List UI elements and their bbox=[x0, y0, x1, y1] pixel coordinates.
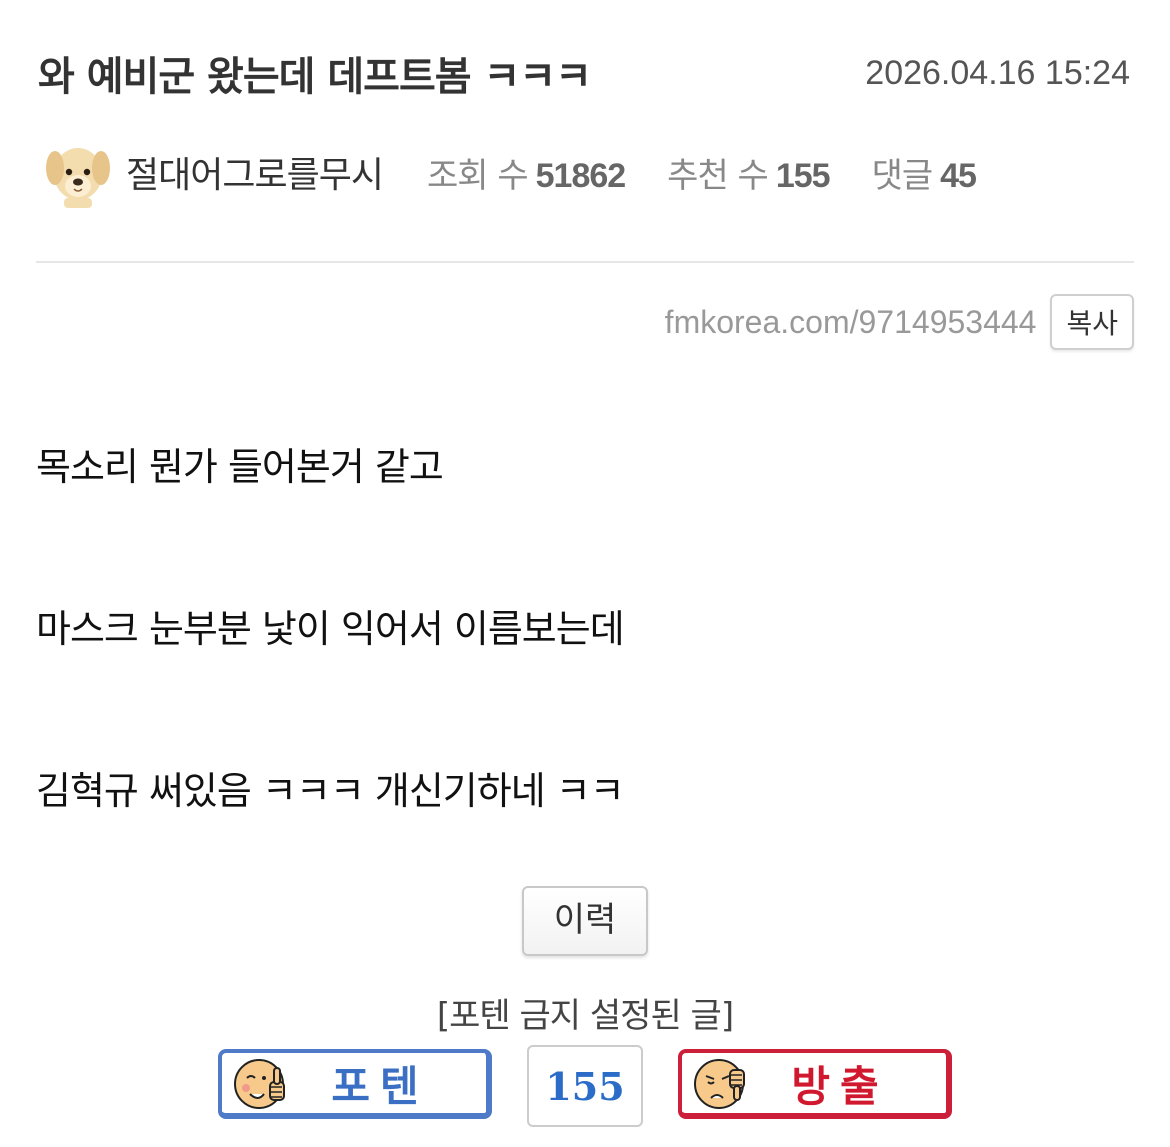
downvote-label: 방출 bbox=[791, 1061, 889, 1111]
post-body-line: 김혁규 써있음 ㅋㅋㅋ 개신기하네 ㅋㅋ bbox=[36, 769, 625, 813]
copy-url-button[interactable]: 복사 bbox=[1050, 294, 1134, 350]
recommend-count-label: 추천 수 bbox=[667, 155, 769, 196]
upvote-button[interactable]: 포텐 bbox=[218, 1049, 492, 1119]
thumbs-up-face-icon bbox=[234, 1059, 285, 1109]
recommend-count-value: 155 bbox=[775, 156, 831, 195]
recommend-count: 추천 수 155 bbox=[667, 148, 831, 197]
post-url-row: fmkorea.com/9714953444 복사 bbox=[665, 294, 1134, 350]
no-poten-notice: [포텐 금지 설정된 글] bbox=[436, 996, 734, 1036]
post-title: 와 예비군 왔는데 데프트봄 ㅋㅋㅋ bbox=[38, 54, 592, 100]
history-button[interactable]: 이력 bbox=[522, 886, 648, 956]
post-date: 2026.04.16 15:24 bbox=[865, 54, 1130, 92]
comment-count-label: 댓글 bbox=[871, 155, 934, 196]
view-count: 조회 수 51862 bbox=[426, 148, 627, 197]
post-body-line: 마스크 눈부분 낯이 익어서 이름보는데 bbox=[36, 607, 625, 651]
post-url[interactable]: fmkorea.com/9714953444 bbox=[665, 304, 1037, 341]
puppy-avatar-icon[interactable] bbox=[38, 134, 118, 210]
view-count-label: 조회 수 bbox=[426, 155, 529, 196]
downvote-button[interactable]: 방출 bbox=[678, 1049, 952, 1119]
author-name[interactable]: 절대어그로를무시 bbox=[126, 146, 384, 198]
upvote-label: 포텐 bbox=[331, 1061, 429, 1111]
post-body-line: 목소리 뭔가 들어본거 같고 bbox=[36, 445, 444, 489]
comment-count-value: 45 bbox=[940, 156, 977, 195]
header-divider bbox=[36, 261, 1134, 263]
view-count-value: 51862 bbox=[535, 156, 627, 195]
comment-count[interactable]: 댓글 45 bbox=[871, 148, 977, 197]
post-meta: 절대어그로를무시 조회 수 51862 추천 수 155 댓글 45 bbox=[38, 132, 1018, 212]
vote-count: 155 bbox=[527, 1045, 643, 1127]
thumbs-down-face-icon bbox=[694, 1059, 745, 1109]
